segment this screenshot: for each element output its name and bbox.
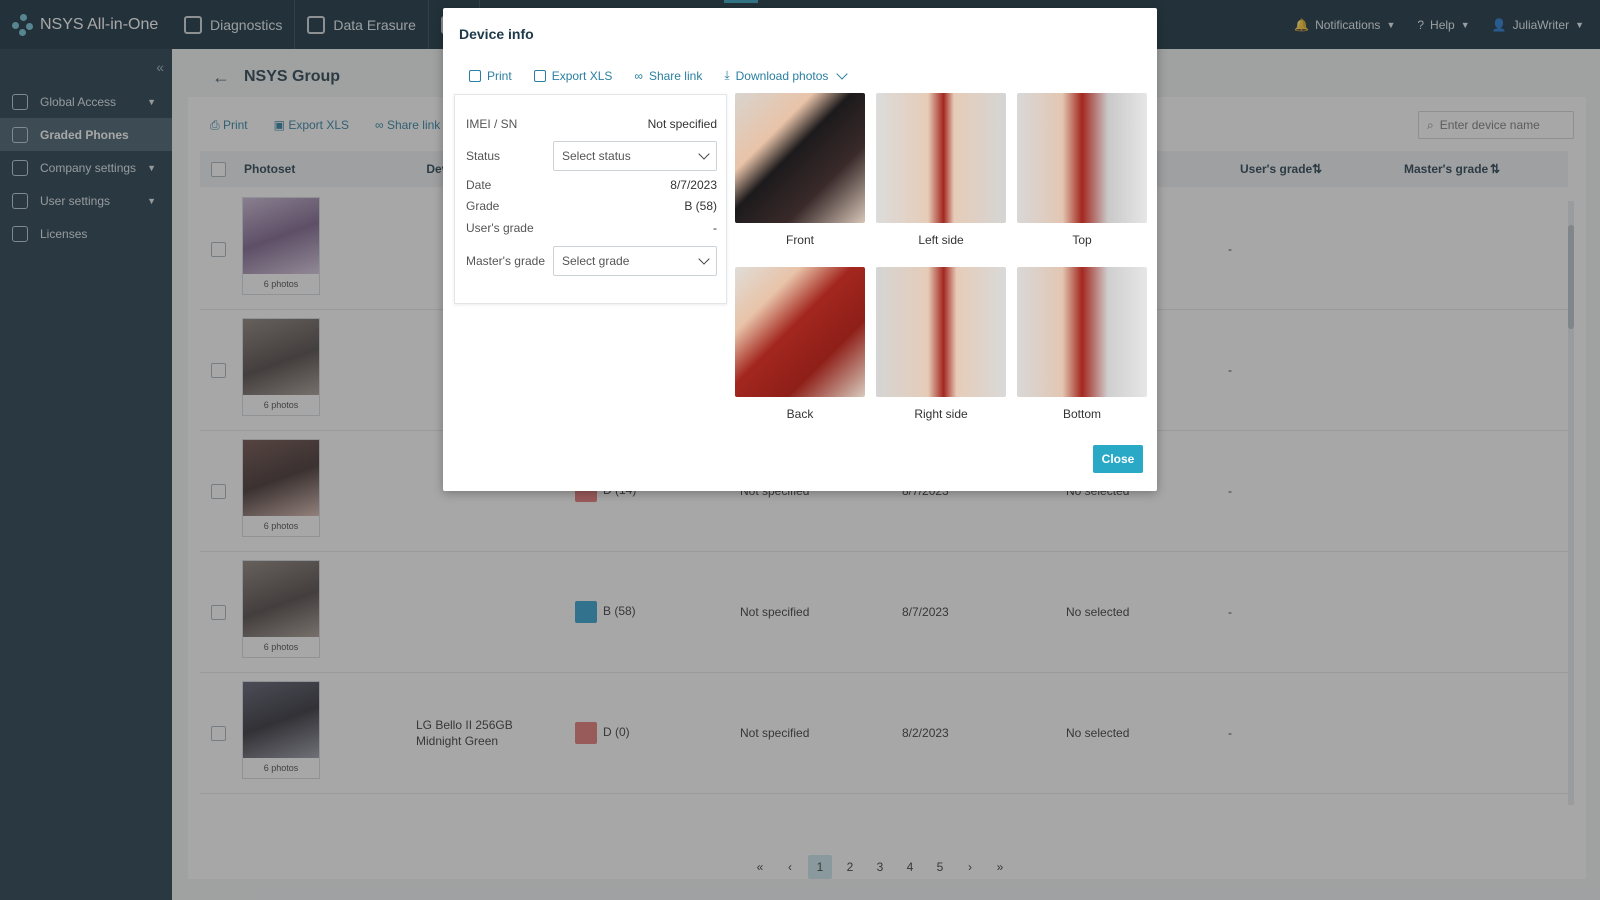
device-photo xyxy=(876,93,1006,223)
modal-print-button[interactable]: Print xyxy=(469,68,512,83)
modal-export-xls-button[interactable]: Export XLS xyxy=(533,68,613,83)
modal-share-link-button[interactable]: ∞ Share link xyxy=(634,68,702,83)
photo-right-side[interactable]: Right side xyxy=(876,267,1006,421)
close-button[interactable]: Close xyxy=(1093,445,1143,473)
photo-bottom[interactable]: Bottom xyxy=(1017,267,1147,421)
device-photo xyxy=(876,267,1006,397)
grade-value: B (58) xyxy=(684,199,717,213)
modal-print-label: Print xyxy=(487,68,512,83)
chevron-down-icon xyxy=(698,148,710,160)
photo-caption: Right side xyxy=(914,407,968,421)
photo-caption: Left side xyxy=(918,233,964,247)
device-info-card: IMEI / SN Not specified Status Select st… xyxy=(454,94,727,304)
status-label: Status xyxy=(466,149,501,163)
device-photo xyxy=(1017,93,1147,223)
device-photo xyxy=(735,93,865,223)
masters-grade-placeholder: Select grade xyxy=(562,254,630,268)
modal-export-label: Export XLS xyxy=(551,68,613,83)
download-photos-dropdown[interactable]: ⤓ Download photos xyxy=(724,67,849,83)
printer-icon xyxy=(469,69,481,82)
grade-label: Grade xyxy=(466,199,500,213)
photo-caption: Back xyxy=(786,407,814,421)
modal-share-label: Share link xyxy=(648,68,703,83)
download-icon: ⤓ xyxy=(724,68,730,82)
download-photos-label: Download photos xyxy=(735,68,829,83)
device-photo xyxy=(735,267,865,397)
users-grade-label: User's grade xyxy=(466,221,534,235)
grade-row: Grade B (58) xyxy=(466,199,717,213)
link-icon: ∞ xyxy=(634,68,643,83)
photo-caption: Bottom xyxy=(1062,407,1101,421)
modal-actions: Print Export XLS ∞ Share link ⤓ Download p… xyxy=(469,67,849,83)
photo-caption: Front xyxy=(785,233,814,247)
imei-value: Not specified xyxy=(647,117,717,131)
photo-top[interactable]: Top xyxy=(1017,93,1147,247)
users-grade-value: - xyxy=(713,221,717,235)
modal-title: Device info xyxy=(459,26,534,42)
date-label: Date xyxy=(466,178,492,192)
device-info-modal: Device info Print Export XLS ∞ Share link… xyxy=(443,8,1157,491)
photo-left-side[interactable]: Left side xyxy=(876,93,1006,247)
status-select[interactable]: Select status xyxy=(553,141,717,171)
imei-label: IMEI / SN xyxy=(466,117,518,131)
date-row: Date 8/7/2023 xyxy=(466,178,717,192)
chevron-down-icon xyxy=(698,253,710,265)
save-icon xyxy=(533,69,546,82)
status-row: Status Select status xyxy=(466,141,717,171)
imei-row: IMEI / SN Not specified xyxy=(466,117,717,131)
chevron-down-icon xyxy=(836,67,849,80)
users-grade-row: User's grade - xyxy=(466,221,717,235)
date-value: 8/7/2023 xyxy=(670,178,717,192)
masters-grade-label: Master's grade xyxy=(466,254,545,268)
photo-caption: Top xyxy=(1072,233,1092,247)
masters-grade-row: Master's grade Select grade xyxy=(466,246,717,276)
masters-grade-select[interactable]: Select grade xyxy=(553,246,717,276)
status-placeholder: Select status xyxy=(562,149,631,163)
device-photo xyxy=(1017,267,1147,397)
photo-back[interactable]: Back xyxy=(735,267,865,421)
photo-front[interactable]: Front xyxy=(735,93,865,247)
